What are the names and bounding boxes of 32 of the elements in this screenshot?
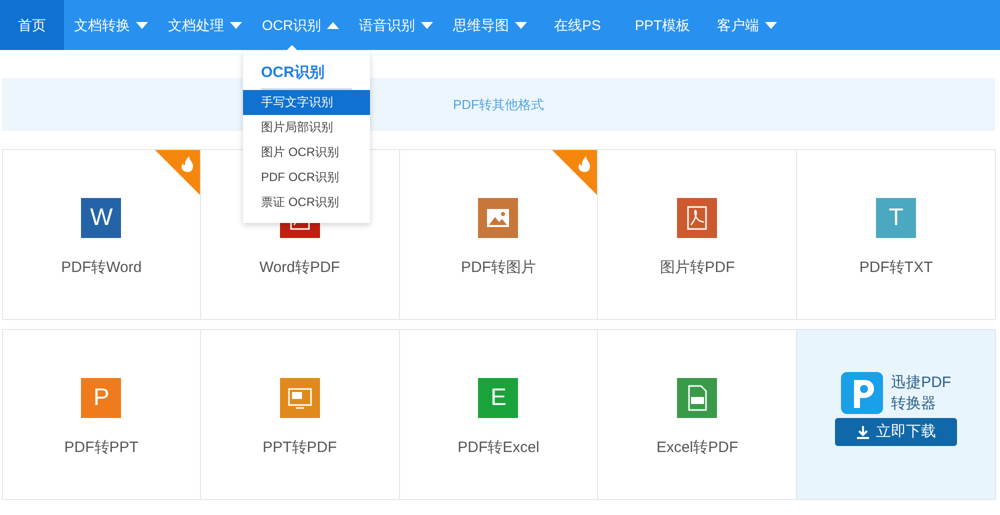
card-label: 图片转PDF	[660, 258, 735, 278]
app-name: 转换器	[891, 394, 938, 414]
card-label: PDF转PPT	[64, 438, 138, 458]
section-label: PDF转其他格式	[453, 96, 544, 114]
card-label: PDF转图片	[460, 258, 536, 278]
download-button[interactable]: 立即下载	[835, 418, 958, 446]
menu-item[interactable]: 票证 OCR识别	[243, 190, 370, 214]
nav-tab[interactable]: 首页	[0, 0, 64, 50]
tool-card[interactable]: T PDF转TXT	[797, 149, 996, 320]
app-icon: W	[81, 198, 122, 238]
tool-card[interactable]: E PDF转Excel	[400, 329, 598, 500]
menu-item[interactable]: 手写文字识别	[243, 90, 370, 114]
tool-card[interactable]: Excel转PDF	[598, 329, 798, 500]
menu-item[interactable]: 图片局部识别	[243, 114, 370, 140]
tool-card[interactable]: PDF转图片	[400, 149, 598, 320]
app-icon: E	[478, 378, 518, 418]
menu-item[interactable]: PDF OCR识别	[243, 164, 370, 190]
card-label: Excel转PDF	[656, 438, 738, 458]
card-label: Word转PDF	[259, 258, 340, 278]
card-label: PDF转Excel	[458, 438, 540, 458]
app-icon: P	[81, 378, 122, 418]
tool-card[interactable]: PPT转PDF	[200, 329, 400, 500]
card-label: PDF转Word	[61, 258, 142, 278]
card-label: PDF转TXT	[859, 258, 933, 278]
card-label: PPT转PDF	[262, 438, 337, 458]
tool-card[interactable]: P PDF转PPT	[2, 329, 201, 500]
app-icon: T	[876, 198, 916, 238]
app-logo-icon	[841, 372, 884, 414]
download-icon	[856, 425, 870, 439]
app-name: 迅捷PDF	[891, 373, 952, 393]
tool-card[interactable]: W PDF转Word	[2, 149, 201, 320]
tool-card[interactable]: 图片转PDF	[598, 149, 798, 320]
